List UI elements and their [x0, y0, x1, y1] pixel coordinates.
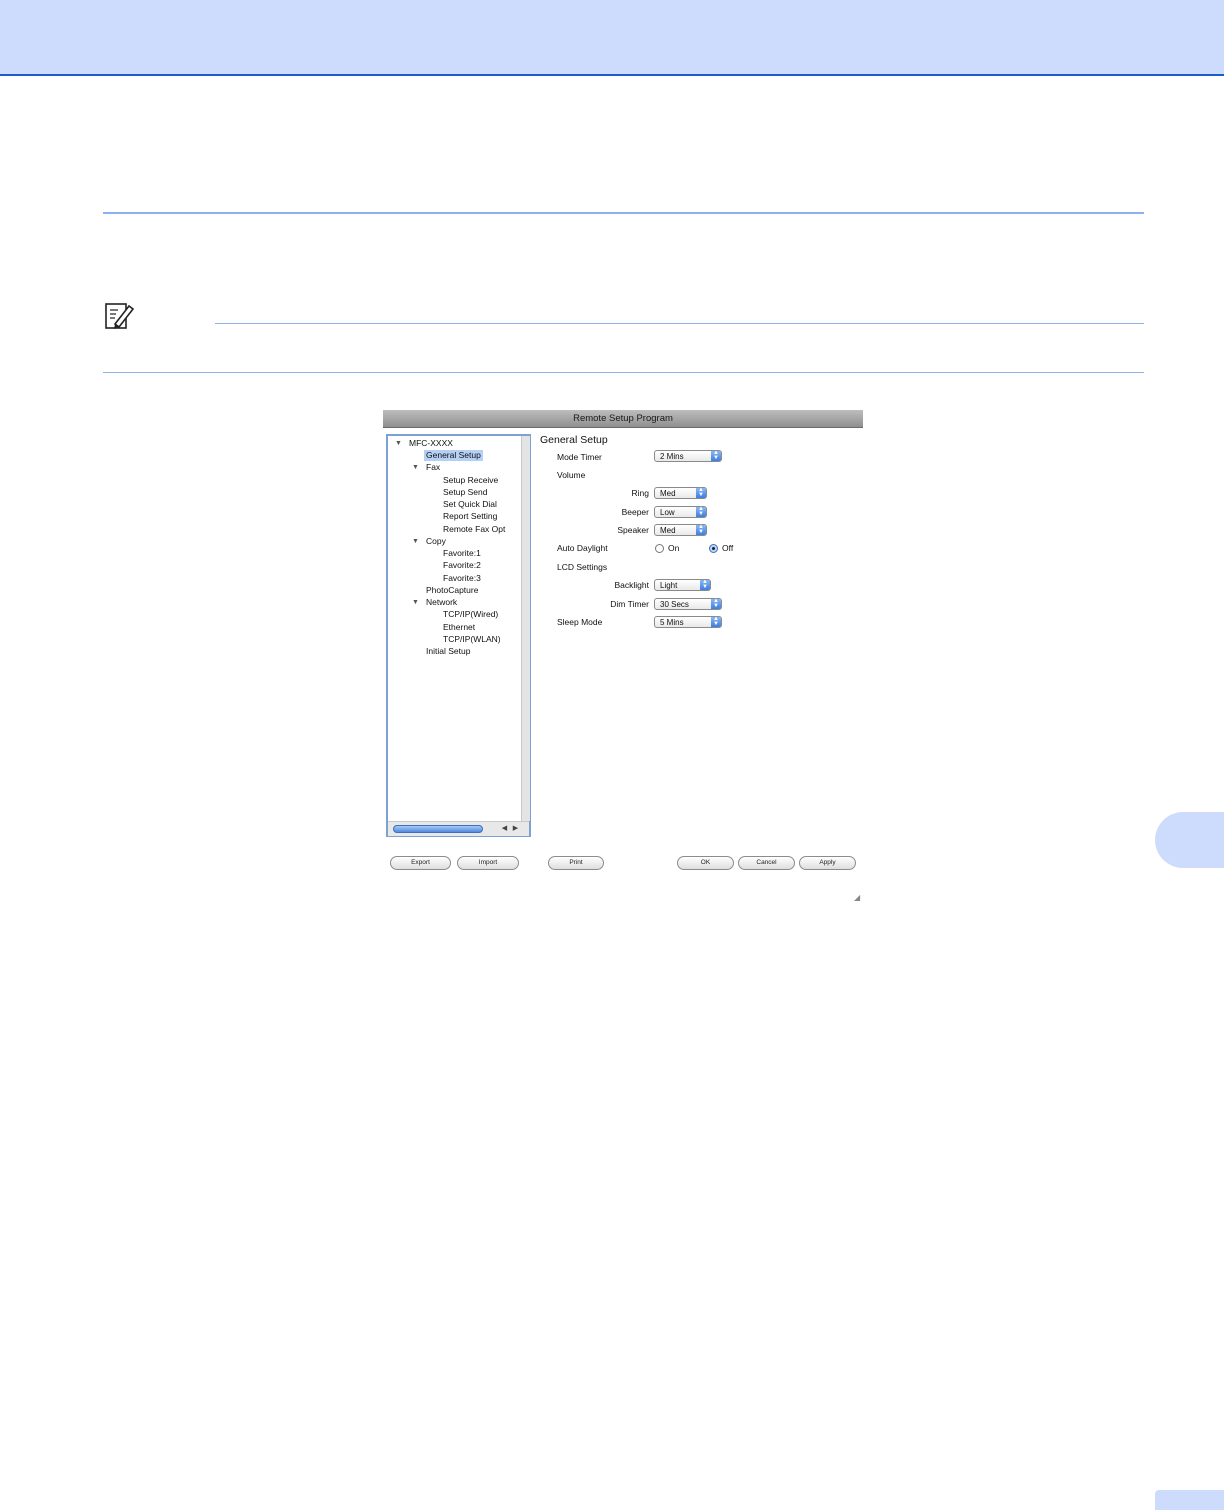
tree-vertical-scrollbar[interactable]: [521, 436, 530, 821]
resize-grip-icon[interactable]: ◢: [854, 894, 862, 902]
dim-timer-label: Dim Timer: [610, 599, 649, 609]
updown-arrow-icon: ▲ ▼: [696, 506, 706, 517]
auto-daylight-off-label[interactable]: Off: [722, 543, 733, 554]
tree-item-ethernet[interactable]: Ethernet: [443, 622, 475, 633]
export-button[interactable]: Export: [390, 856, 451, 870]
chapter-tab: [1155, 812, 1224, 868]
updown-arrow-icon: ▲ ▼: [700, 579, 710, 590]
auto-daylight-label: Auto Daylight: [557, 543, 608, 553]
tree-item-setup-receive[interactable]: Setup Receive: [443, 475, 498, 486]
dim-timer-select[interactable]: 30 Secs ▲ ▼: [654, 598, 722, 610]
updown-arrow-icon: ▲ ▼: [711, 616, 721, 627]
import-button[interactable]: Import: [457, 856, 519, 870]
tree-item-report-setting[interactable]: Report Setting: [443, 511, 497, 522]
note-pencil-icon: [105, 303, 135, 329]
expand-triangle-icon[interactable]: ▼: [395, 438, 402, 449]
dim-timer-value: 30 Secs: [660, 600, 689, 609]
print-button[interactable]: Print: [548, 856, 604, 870]
tree-item-mfc[interactable]: MFC-XXXX: [409, 438, 453, 449]
tree-item-favorite-2[interactable]: Favorite:2: [443, 560, 481, 571]
tree-item-set-quick-dial[interactable]: Set Quick Dial: [443, 499, 497, 510]
tree-item-network[interactable]: Network: [426, 597, 457, 608]
updown-arrow-icon: ▲ ▼: [696, 487, 706, 498]
mode-timer-value: 2 Mins: [660, 452, 684, 461]
window-title: Remote Setup Program: [573, 413, 673, 424]
lcd-settings-label: LCD Settings: [557, 562, 608, 572]
updown-arrow-icon: ▲ ▼: [696, 524, 706, 535]
ok-button[interactable]: OK: [677, 856, 734, 870]
speaker-value: Med: [660, 526, 676, 535]
ring-select[interactable]: Med ▲ ▼: [654, 487, 707, 499]
tree-item-remote-fax-opt[interactable]: Remote Fax Opt: [443, 524, 505, 535]
tree-horizontal-scrollbar[interactable]: ◀ ▶: [388, 821, 529, 836]
note-rule: [215, 323, 1144, 324]
tree-item-initial-setup[interactable]: Initial Setup: [426, 646, 470, 657]
tree-item-photocapture[interactable]: PhotoCapture: [426, 585, 478, 596]
ring-label: Ring: [631, 488, 649, 498]
ring-value: Med: [660, 489, 676, 498]
backlight-value: Light: [660, 581, 678, 590]
tree-item-setup-send[interactable]: Setup Send: [443, 487, 487, 498]
beeper-select[interactable]: Low ▲ ▼: [654, 506, 707, 518]
updown-arrow-icon: ▲ ▼: [711, 598, 721, 609]
beeper-value: Low: [660, 508, 675, 517]
tree-item-general-setup[interactable]: General Setup: [424, 450, 483, 461]
expand-triangle-icon[interactable]: ▼: [412, 536, 419, 547]
tree-item-tcpip-wlan[interactable]: TCP/IP(WLAN): [443, 634, 501, 645]
note-rule-bottom: [103, 372, 1144, 373]
speaker-select[interactable]: Med ▲ ▼: [654, 524, 707, 536]
page-number-tab: [1155, 1490, 1224, 1510]
window-titlebar: Remote Setup Program: [383, 410, 863, 428]
mode-timer-select[interactable]: 2 Mins ▲ ▼: [654, 450, 722, 462]
scroll-left-icon[interactable]: ◀: [500, 824, 509, 832]
backlight-label: Backlight: [614, 580, 650, 590]
auto-daylight-on-label[interactable]: On: [668, 543, 679, 554]
auto-daylight-off-radio[interactable]: [709, 544, 718, 553]
scroll-thumb[interactable]: [393, 825, 483, 833]
updown-arrow-icon: ▲ ▼: [711, 450, 721, 461]
remote-setup-window: Remote Setup Program ▼ MFC-XXXX General …: [383, 410, 863, 908]
tree-item-fax[interactable]: Fax: [426, 462, 440, 473]
settings-tree[interactable]: ▼ MFC-XXXX General Setup ▼ Fax Setup Rec…: [386, 434, 531, 837]
mode-timer-label: Mode Timer: [557, 452, 602, 462]
speaker-label: Speaker: [617, 525, 649, 535]
sleep-mode-value: 5 Mins: [660, 618, 684, 627]
volume-label: Volume: [557, 470, 586, 480]
section-rule-top: [103, 212, 1144, 214]
tree-item-favorite-1[interactable]: Favorite:1: [443, 548, 481, 559]
cancel-button[interactable]: Cancel: [738, 856, 795, 870]
backlight-select[interactable]: Light ▲ ▼: [654, 579, 711, 591]
apply-button[interactable]: Apply: [799, 856, 856, 870]
expand-triangle-icon[interactable]: ▼: [412, 597, 419, 608]
tree-item-tcpip-wired[interactable]: TCP/IP(Wired): [443, 609, 498, 620]
beeper-label: Beeper: [621, 507, 649, 517]
auto-daylight-on-radio[interactable]: [655, 544, 664, 553]
sleep-mode-label: Sleep Mode: [557, 617, 603, 627]
page-header-band: [0, 0, 1224, 76]
tree-item-copy[interactable]: Copy: [426, 536, 446, 547]
expand-triangle-icon[interactable]: ▼: [412, 462, 419, 473]
scroll-right-icon[interactable]: ▶: [511, 824, 520, 832]
section-title: General Setup: [540, 434, 608, 446]
sleep-mode-select[interactable]: 5 Mins ▲ ▼: [654, 616, 722, 628]
tree-item-favorite-3[interactable]: Favorite:3: [443, 573, 481, 584]
